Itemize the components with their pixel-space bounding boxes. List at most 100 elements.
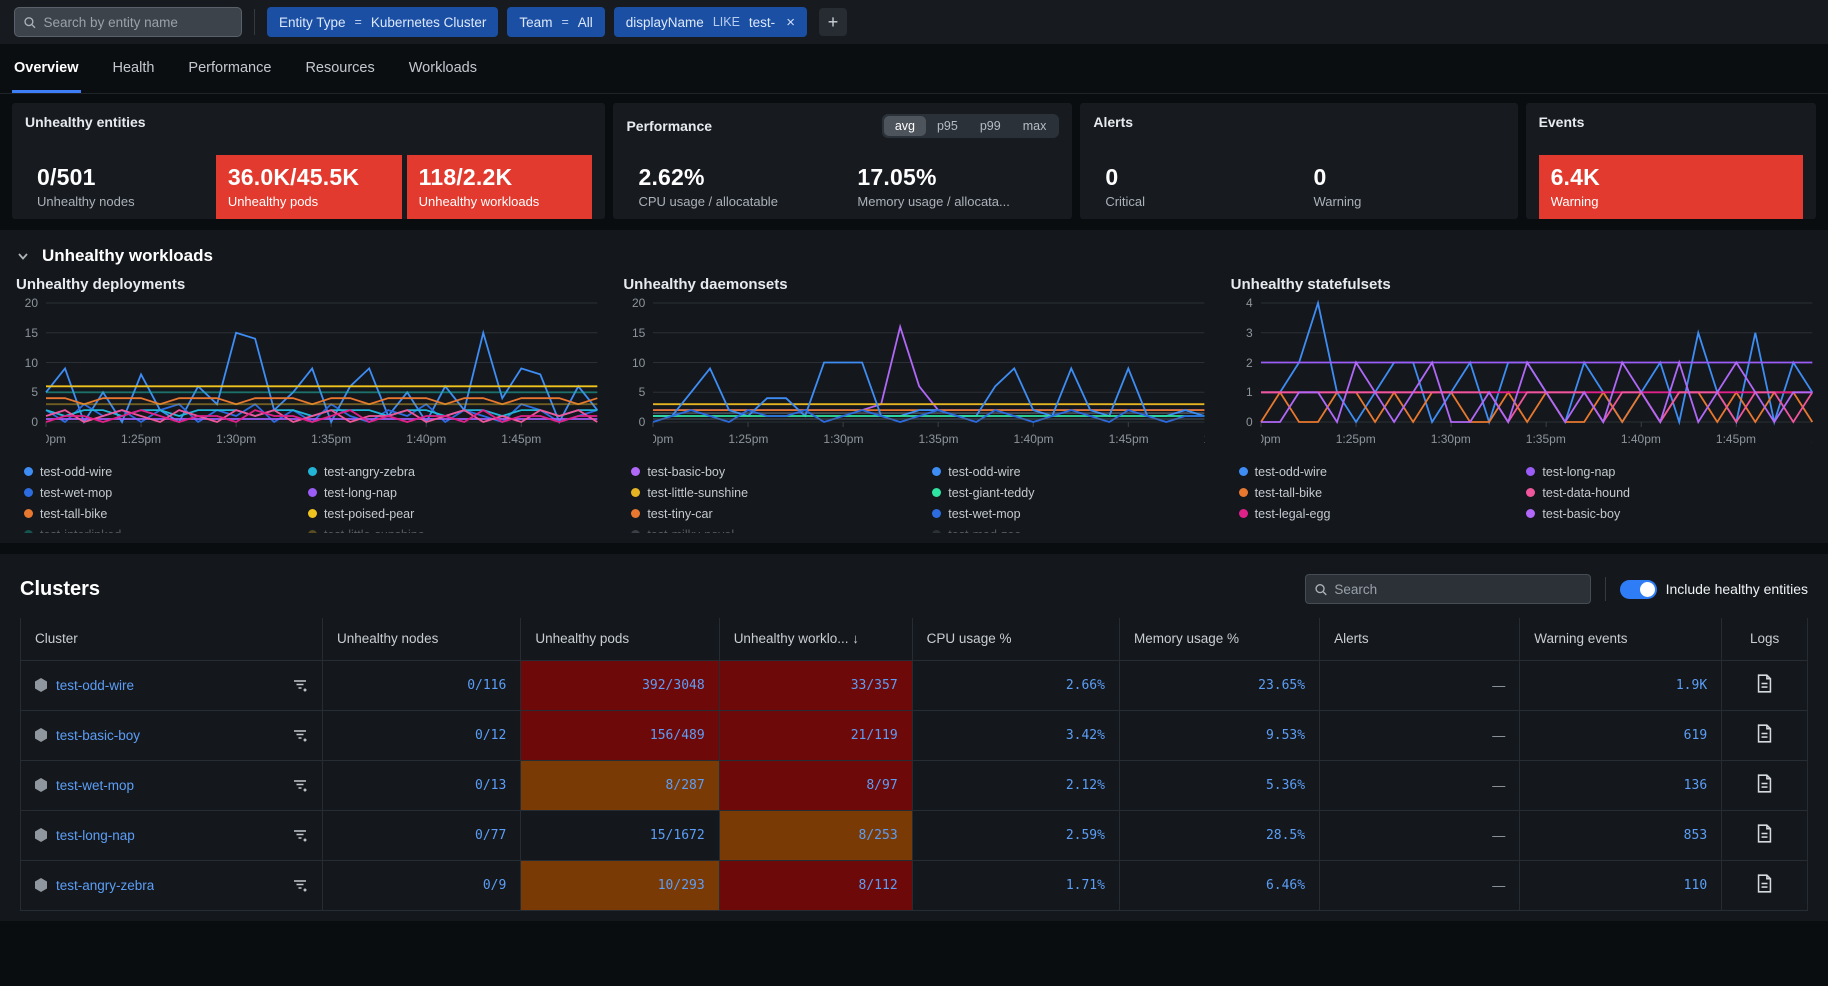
cpu-usage-cell[interactable]: 2.12%	[912, 760, 1119, 810]
warning-events-cell[interactable]: 136	[1520, 760, 1722, 810]
legend-item[interactable]: test-tall-bike	[1239, 482, 1513, 503]
unhealthy-nodes-cell[interactable]: 0/77	[323, 810, 521, 860]
legend-item[interactable]: test-odd-wire	[24, 461, 294, 482]
add-to-filter-icon[interactable]	[292, 777, 308, 793]
tab-overview[interactable]: Overview	[12, 50, 81, 93]
entity-search-input[interactable]	[44, 15, 233, 30]
warning-events-cell[interactable]: 619	[1520, 710, 1722, 760]
unhealthy-nodes-cell[interactable]: 0/12	[323, 710, 521, 760]
unhealthy-workloads-cell[interactable]: 8/112	[719, 860, 912, 910]
logs-document-icon[interactable]	[1756, 824, 1773, 843]
chart-canvas[interactable]	[653, 297, 1204, 427]
unhealthy-workloads-cell[interactable]: 8/253	[719, 810, 912, 860]
cluster-link[interactable]: test-angry-zebra	[56, 878, 154, 893]
column-header-cpu-usage-[interactable]: CPU usage %	[912, 618, 1119, 660]
filter-pill[interactable]: Entity Type=Kubernetes Cluster	[267, 7, 498, 37]
unhealthy-workloads-cell[interactable]: 33/357	[719, 660, 912, 710]
legend-item[interactable]: test-long-nap	[1526, 461, 1812, 482]
unhealthy-nodes-cell[interactable]: 0/9	[323, 860, 521, 910]
chart-plot-area[interactable]: 20151050	[16, 297, 597, 427]
legend-item[interactable]: test-basic-boy	[1526, 503, 1812, 524]
add-filter-button[interactable]: +	[819, 8, 847, 36]
unhealthy-pods-cell[interactable]: 392/3048	[521, 660, 719, 710]
agg-option-p99[interactable]: p99	[969, 116, 1012, 136]
memory-usage-cell[interactable]: 28.5%	[1119, 810, 1319, 860]
memory-usage-cell[interactable]: 5.36%	[1119, 760, 1319, 810]
chart-plot-area[interactable]: 43210	[1231, 297, 1812, 427]
warning-events-cell[interactable]: 110	[1520, 860, 1722, 910]
memory-usage-cell[interactable]: 23.65%	[1119, 660, 1319, 710]
unhealthy-pods-cell[interactable]: 10/293	[521, 860, 719, 910]
memory-usage-cell[interactable]: 6.46%	[1119, 860, 1319, 910]
cluster-link[interactable]: test-long-nap	[56, 828, 135, 843]
legend-item[interactable]: test-little-sunshine	[631, 482, 918, 503]
unhealthy-pods-cell[interactable]: 15/1672	[521, 810, 719, 860]
column-header-logs[interactable]: Logs	[1722, 618, 1808, 660]
legend-item[interactable]: test-odd-wire	[932, 461, 1204, 482]
chart-canvas[interactable]	[1261, 297, 1812, 427]
clusters-search-input[interactable]	[1334, 582, 1581, 597]
tab-health[interactable]: Health	[111, 50, 157, 93]
legend-item[interactable]: test-tiny-car	[631, 503, 918, 524]
clusters-search-box[interactable]	[1305, 574, 1591, 604]
legend-item[interactable]: test-basic-boy	[631, 461, 918, 482]
legend-item[interactable]: test-giant-teddy	[932, 482, 1204, 503]
logs-document-icon[interactable]	[1756, 874, 1773, 893]
unhealthy-pods-cell[interactable]: 156/489	[521, 710, 719, 760]
agg-option-p95[interactable]: p95	[926, 116, 969, 136]
filter-pill[interactable]: displayNameLIKEtest-×	[614, 7, 807, 37]
column-header-alerts[interactable]: Alerts	[1320, 618, 1520, 660]
unhealthy-workloads-cell[interactable]: 21/119	[719, 710, 912, 760]
legend-item[interactable]: test-interlinked	[24, 524, 294, 533]
toggle-switch[interactable]	[1620, 580, 1657, 599]
logs-document-icon[interactable]	[1756, 774, 1773, 793]
warning-events-cell[interactable]: 1.9K	[1520, 660, 1722, 710]
agg-option-max[interactable]: max	[1012, 116, 1058, 136]
add-to-filter-icon[interactable]	[292, 677, 308, 693]
legend-item[interactable]: test-legal-egg	[1239, 503, 1513, 524]
agg-option-avg[interactable]: avg	[884, 116, 926, 136]
legend-item[interactable]: test-wet-mop	[932, 503, 1204, 524]
add-to-filter-icon[interactable]	[292, 877, 308, 893]
cluster-link[interactable]: test-basic-boy	[56, 728, 140, 743]
close-icon[interactable]: ×	[784, 14, 795, 31]
legend-item[interactable]: test-little-sunshine	[308, 524, 597, 533]
cpu-usage-cell[interactable]: 2.66%	[912, 660, 1119, 710]
chart-canvas[interactable]	[46, 297, 597, 427]
cpu-usage-cell[interactable]: 1.71%	[912, 860, 1119, 910]
cpu-usage-cell[interactable]: 2.59%	[912, 810, 1119, 860]
cpu-usage-cell[interactable]: 3.42%	[912, 710, 1119, 760]
unhealthy-nodes-cell[interactable]: 0/116	[323, 660, 521, 710]
tab-resources[interactable]: Resources	[303, 50, 376, 93]
unhealthy-nodes-cell[interactable]: 0/13	[323, 760, 521, 810]
legend-item[interactable]: test-long-nap	[308, 482, 597, 503]
filter-pill[interactable]: Team=All	[507, 7, 604, 37]
legend-item[interactable]: test-odd-wire	[1239, 461, 1513, 482]
legend-item[interactable]: test-poised-pear	[308, 503, 597, 524]
legend-item[interactable]: test-mad-zoo	[932, 524, 1204, 533]
entity-search-box[interactable]	[14, 7, 242, 37]
chevron-down-icon[interactable]	[16, 249, 30, 263]
chart-plot-area[interactable]: 20151050	[623, 297, 1204, 427]
legend-item[interactable]: test-angry-zebra	[308, 461, 597, 482]
add-to-filter-icon[interactable]	[292, 827, 308, 843]
logs-document-icon[interactable]	[1756, 674, 1773, 693]
column-header-memory-usage-[interactable]: Memory usage %	[1119, 618, 1319, 660]
tab-workloads[interactable]: Workloads	[407, 50, 479, 93]
column-header-unhealthy-pods[interactable]: Unhealthy pods	[521, 618, 719, 660]
legend-item[interactable]: test-tall-bike	[24, 503, 294, 524]
memory-usage-cell[interactable]: 9.53%	[1119, 710, 1319, 760]
cluster-link[interactable]: test-wet-mop	[56, 778, 134, 793]
legend-item[interactable]: test-wet-mop	[24, 482, 294, 503]
unhealthy-workloads-cell[interactable]: 8/97	[719, 760, 912, 810]
column-header-unhealthy-nodes[interactable]: Unhealthy nodes	[323, 618, 521, 660]
add-to-filter-icon[interactable]	[292, 727, 308, 743]
tab-performance[interactable]: Performance	[186, 50, 273, 93]
include-healthy-toggle[interactable]: Include healthy entities	[1620, 580, 1808, 599]
legend-item[interactable]: test-data-hound	[1526, 482, 1812, 503]
column-header-cluster[interactable]: Cluster	[21, 618, 323, 660]
cluster-link[interactable]: test-odd-wire	[56, 678, 134, 693]
column-header-warning-events[interactable]: Warning events	[1520, 618, 1722, 660]
legend-item[interactable]: test-milky-novel	[631, 524, 918, 533]
column-header-unhealthy-worklo-[interactable]: Unhealthy worklo... ↓	[719, 618, 912, 660]
